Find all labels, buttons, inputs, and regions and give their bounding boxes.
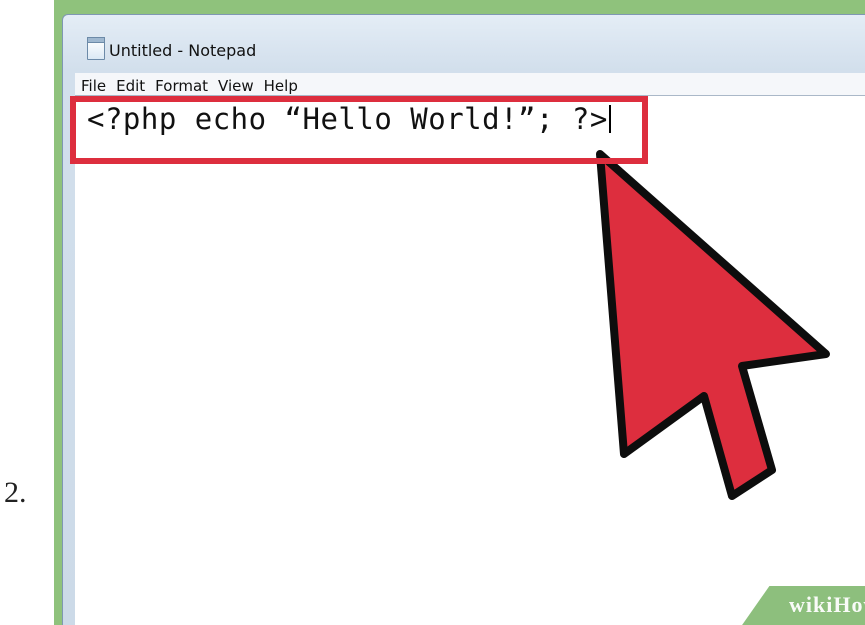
notepad-icon	[87, 37, 105, 60]
menu-view[interactable]: View	[218, 77, 254, 95]
menu-edit[interactable]: Edit	[116, 77, 145, 95]
highlight-box	[70, 96, 648, 164]
menu-file[interactable]: File	[81, 77, 106, 95]
menu-help[interactable]: Help	[264, 77, 298, 95]
arrow-pointer-shape	[596, 150, 830, 500]
arrow-pointer-icon	[596, 150, 830, 500]
window-title: Untitled - Notepad	[109, 41, 257, 60]
menu-bar: File Edit Format View Help	[75, 73, 865, 95]
watermark-logo: wikiHow	[789, 592, 865, 617]
title-bar[interactable]: Untitled - Notepad	[63, 15, 865, 63]
step-number: 2.	[4, 476, 27, 509]
screenshot-illustration: Untitled - Notepad File Edit Format View…	[54, 0, 865, 625]
menu-format[interactable]: Format	[155, 77, 208, 95]
